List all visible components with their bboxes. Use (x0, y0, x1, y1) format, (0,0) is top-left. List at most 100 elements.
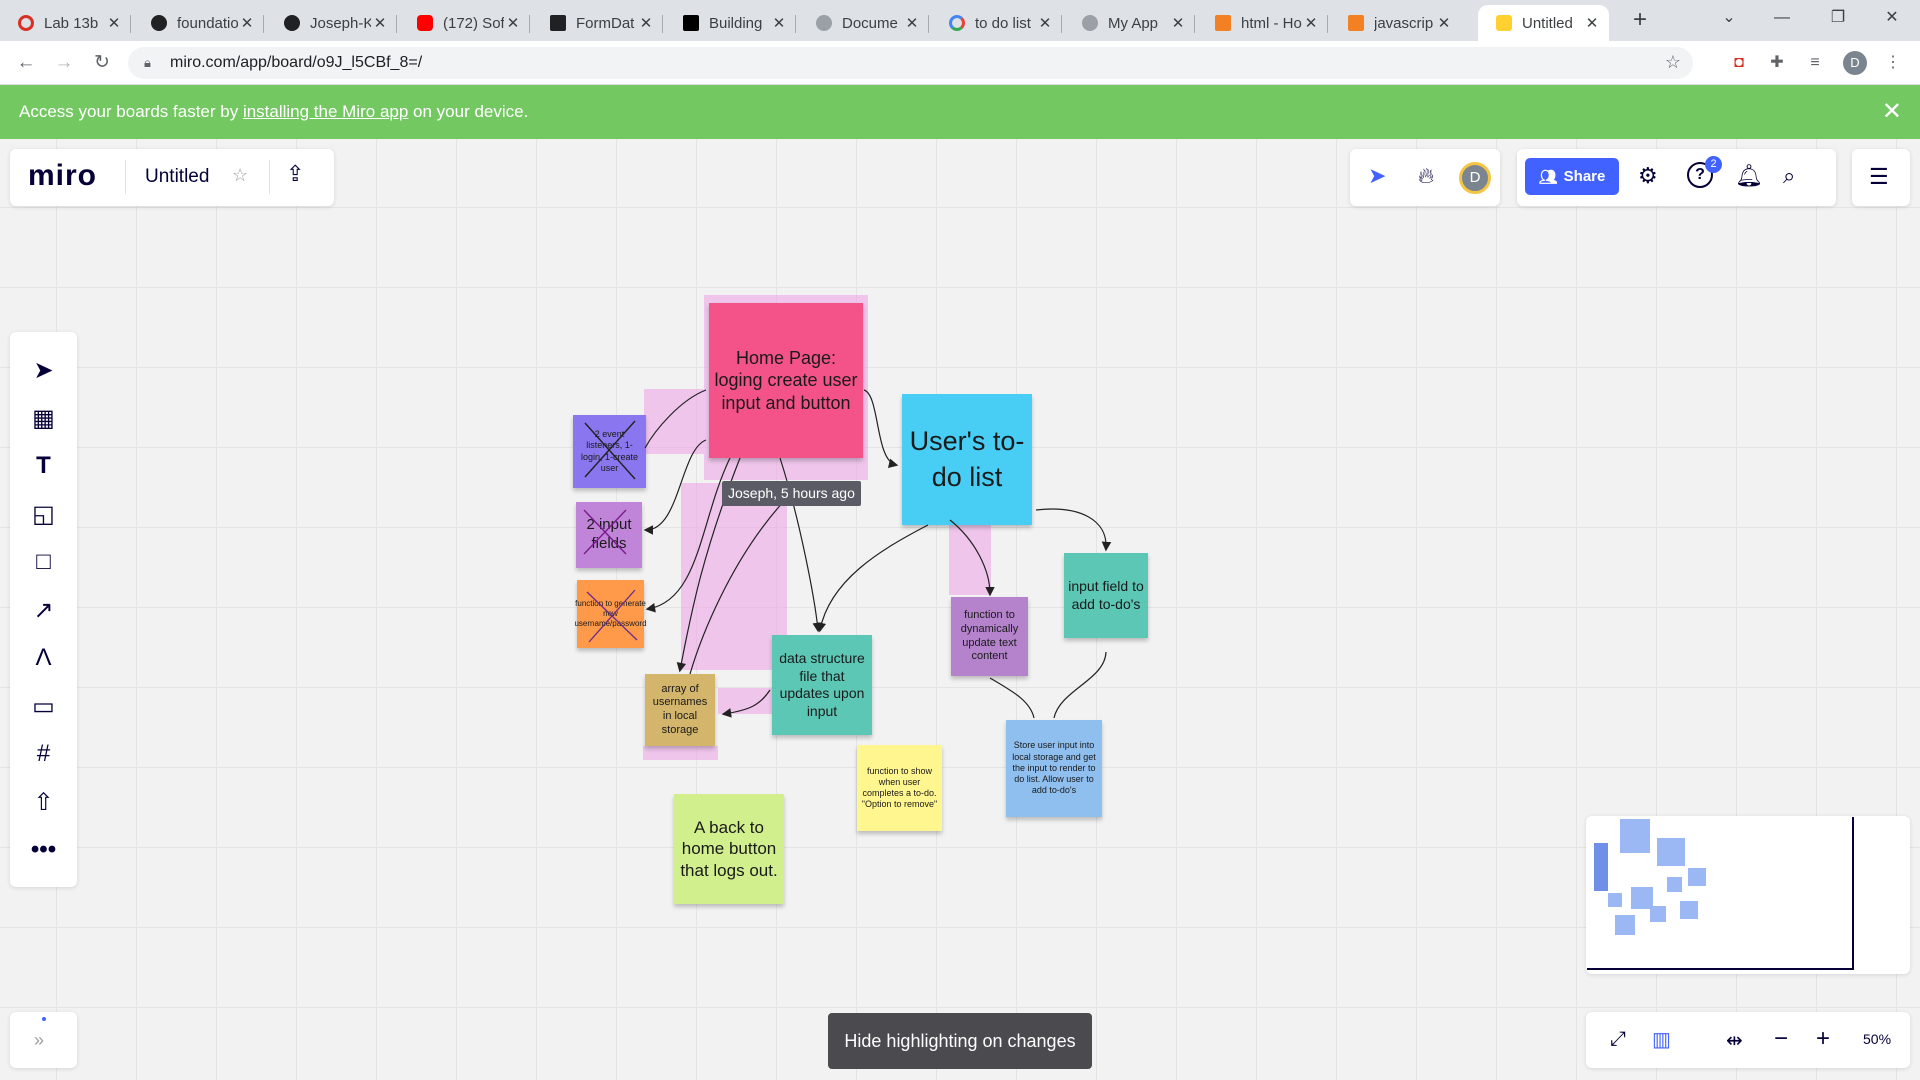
pocket-extension-icon[interactable]: ◘ (1727, 51, 1751, 75)
close-icon[interactable]: ✕ (770, 14, 788, 32)
browser-tab[interactable]: javascrip ✕ (1330, 5, 1461, 41)
sticky-note-generate-user[interactable]: function to generate new username/passwo… (574, 580, 647, 648)
install-app-link[interactable]: installing the Miro app (243, 102, 408, 121)
media-control-icon[interactable]: ≡ (1803, 51, 1827, 75)
restore-button[interactable]: ❐ (1810, 0, 1866, 36)
minimize-button[interactable]: — (1754, 0, 1810, 36)
minimap-item (1620, 819, 1650, 853)
miro-logo[interactable]: miro (28, 159, 97, 193)
close-icon[interactable]: ✕ (105, 14, 123, 32)
select-cursor-icon[interactable]: ➤ (10, 346, 77, 394)
browser-menu-icon[interactable]: ⋮ (1881, 51, 1905, 75)
close-icon[interactable]: ✕ (1036, 14, 1054, 32)
sticky-note-event-listeners[interactable]: 2 event listeners, 1- login, 1-create us… (573, 415, 646, 488)
browser-tab[interactable]: (172) Sof ✕ (399, 5, 530, 41)
frame-icon[interactable]: # (10, 730, 77, 778)
zoom-in-button[interactable]: + (1816, 1025, 1830, 1053)
browser-tab[interactable]: Lab 13b ✕ (0, 5, 131, 41)
bookmark-star-icon[interactable]: ☆ (1665, 52, 1681, 73)
close-icon[interactable]: ✕ (371, 14, 389, 32)
sticky-note-store-input[interactable]: Store user input into local storage and … (1006, 720, 1102, 817)
browser-tab[interactable]: html - Ho ✕ (1197, 5, 1328, 41)
browser-tab[interactable]: Docume ✕ (798, 5, 929, 41)
banner-close-icon[interactable]: ✕ (1882, 97, 1902, 126)
browser-tab[interactable]: Joseph-K ✕ (266, 5, 397, 41)
tab-title: javascrip (1374, 14, 1434, 32)
globe-icon (1082, 15, 1098, 31)
tab-search-button[interactable]: ⌄ (1701, 0, 1757, 36)
forward-button[interactable]: → (50, 49, 78, 77)
pen-draw-icon[interactable]: Λ (10, 634, 77, 682)
sticky-note-complete-todo[interactable]: function to show when user completes a t… (857, 745, 942, 831)
browser-tab[interactable]: foundatio ✕ (133, 5, 264, 41)
new-tab-button[interactable]: + (1624, 5, 1656, 37)
bell-icon[interactable]: 🔔︎ (1735, 163, 1763, 189)
share-button[interactable]: 👥︎ Share (1525, 158, 1619, 195)
sticky-note-data-structure[interactable]: data structure file that updates upon in… (772, 635, 872, 735)
browser-tab-bar: Lab 13b ✕ foundatio ✕ Joseph-K ✕ (172) S… (0, 0, 1920, 41)
browser-tab-active[interactable]: Untitled ✕ (1478, 5, 1609, 41)
arrow-line-icon[interactable]: ↗ (10, 586, 77, 634)
sticky-note-home-page[interactable]: Home Page: loging create user input and … (709, 303, 863, 458)
back-button[interactable]: ← (12, 49, 40, 77)
collaborator-avatar[interactable]: D (1459, 162, 1491, 194)
sticky-note-back-button[interactable]: A back to home button that logs out. (674, 794, 784, 904)
close-icon[interactable]: ✕ (238, 14, 256, 32)
sticky-note-usernames-array[interactable]: array of usernames in local storage (645, 674, 715, 746)
board-title[interactable]: Untitled (145, 166, 209, 188)
browser-profile-avatar[interactable]: D (1843, 51, 1867, 75)
cursor-filter-icon[interactable]: ➤ (1368, 163, 1386, 189)
browser-tab[interactable]: to do list ✕ (931, 5, 1062, 41)
close-icon[interactable]: ✕ (903, 14, 921, 32)
settings-sliders-icon[interactable]: ⚙ (1638, 163, 1658, 189)
sticky-note-user-todo[interactable]: User's to-do list (902, 394, 1032, 525)
medium-icon (683, 15, 699, 31)
more-tools-icon[interactable]: ••• (10, 826, 77, 874)
board-header-panel: miro Untitled ☆ ⇪ (10, 149, 334, 206)
notes-list-icon[interactable]: ☰ (1869, 164, 1889, 190)
extensions-puzzle-icon[interactable]: ✚ (1765, 51, 1789, 75)
sticky-note-dynamic-update[interactable]: function to dynamically update text cont… (951, 597, 1028, 676)
browser-tab[interactable]: FormDat ✕ (532, 5, 663, 41)
globe-icon (816, 15, 832, 31)
templates-icon[interactable]: ▦ (10, 394, 77, 442)
comment-icon[interactable]: ▭ (10, 682, 77, 730)
search-icon[interactable]: ⌕ (1783, 163, 1795, 189)
browser-tab[interactable]: Building ✕ (665, 5, 796, 41)
close-icon[interactable]: ✕ (1435, 14, 1453, 32)
url-field[interactable]: 🔒︎ miro.com/app/board/o9J_l5CBf_8=/ ☆ (128, 47, 1693, 79)
reload-button[interactable]: ↻ (88, 49, 116, 77)
close-icon[interactable]: ✕ (1302, 14, 1320, 32)
fit-to-screen-icon[interactable]: ⇹ (1726, 1028, 1743, 1053)
close-icon[interactable]: ✕ (637, 14, 655, 32)
expand-chevrons-icon[interactable]: » (34, 1030, 44, 1051)
change-highlight (949, 520, 991, 595)
star-icon[interactable]: ☆ (232, 165, 248, 186)
minimap-item (1608, 893, 1622, 907)
zoom-out-button[interactable]: − (1774, 1025, 1788, 1053)
sticky-note-input-fields[interactable]: 2 input fields (576, 502, 642, 568)
tab-title: html - Ho (1241, 14, 1302, 32)
export-upload-icon[interactable]: ⇪ (286, 161, 304, 187)
tab-title: Docume (842, 14, 898, 32)
upload-icon[interactable]: ⇧ (10, 778, 77, 826)
zoom-level[interactable]: 50% (1863, 1031, 1891, 1047)
browser-tab[interactable]: My App ✕ (1064, 5, 1195, 41)
url-text: miro.com/app/board/o9J_l5CBf_8=/ (170, 54, 423, 71)
hide-highlighting-button[interactable]: Hide highlighting on changes (828, 1013, 1092, 1069)
close-icon[interactable]: ✕ (1583, 14, 1601, 32)
shape-square-icon[interactable]: □ (10, 538, 77, 586)
sticky-text: Home Page: loging create user input and … (714, 347, 858, 413)
google-icon (949, 15, 965, 31)
tab-title: Building (709, 14, 763, 32)
sticky-text: A back to home button that logs out. (680, 818, 778, 880)
close-icon[interactable]: ✕ (504, 14, 522, 32)
map-icon[interactable]: ▥ (1652, 1027, 1671, 1052)
window-close-button[interactable]: ✕ (1864, 0, 1920, 36)
sticky-note-input-field-todo[interactable]: input field to add to-do's (1064, 553, 1148, 638)
reactions-fire-icon[interactable]: 🔥︎ (1418, 163, 1434, 189)
fullscreen-icon[interactable]: ⤢ (1610, 1028, 1626, 1051)
close-icon[interactable]: ✕ (1169, 14, 1187, 32)
sticky-note-icon[interactable]: ◱ (10, 490, 77, 538)
text-tool-icon[interactable]: T (10, 442, 77, 490)
